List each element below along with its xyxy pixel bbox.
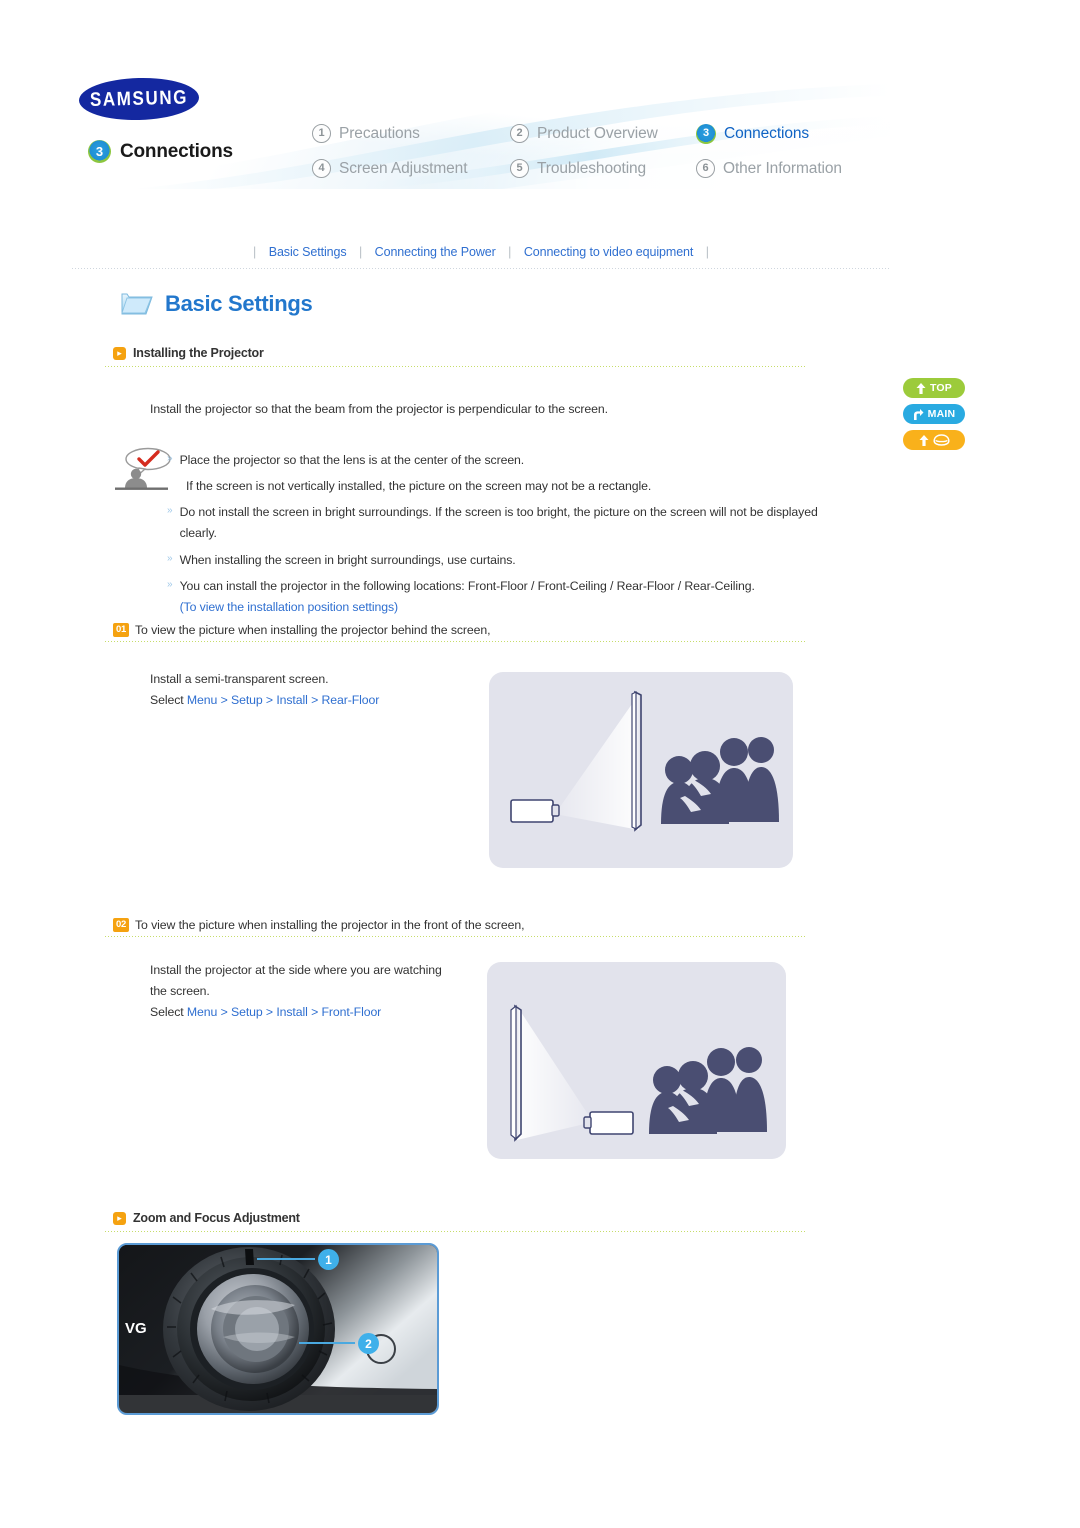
chapter-label-1: Precautions	[339, 124, 420, 142]
projector-lens-photo: VG 1 2	[117, 1243, 439, 1415]
chapter-menu: 1 Precautions 2 Product Overview 3 Conne…	[312, 116, 877, 186]
chapter-number-3: 3	[696, 123, 716, 144]
page-title-text: Basic Settings	[165, 290, 313, 316]
illustration-rear-floor	[489, 672, 793, 868]
nav-separator-1: |	[358, 245, 363, 259]
note-item: » When installing the screen in bright s…	[167, 550, 847, 571]
chapter-item-troubleshooting[interactable]: 5 Troubleshooting	[510, 159, 696, 178]
nav-link-connecting-the-power[interactable]: Connecting the Power	[375, 245, 496, 259]
note-item-text: Place the projector so that the lens is …	[179, 453, 525, 467]
current-chapter-number: 3	[88, 140, 111, 163]
chapter-label-6: Other Information	[723, 159, 842, 177]
top-button[interactable]: TOP	[903, 378, 965, 398]
chapter-number-4: 4	[312, 159, 331, 178]
main-button-label: MAIN	[927, 408, 956, 420]
chapter-item-screen-adjustment[interactable]: 4 Screen Adjustment	[312, 159, 510, 178]
installation-position-settings-link[interactable]: (To view the installation position setti…	[180, 600, 399, 614]
step-01-divider	[105, 641, 805, 642]
step-02-select-prefix: Select	[150, 1005, 187, 1019]
current-chapter-label: Connections	[120, 140, 233, 162]
nav-link-connecting-to-video-equipment[interactable]: Connecting to video equipment	[524, 245, 694, 259]
chapter-item-product-overview[interactable]: 2 Product Overview	[510, 124, 696, 143]
step-number-badge: 01	[113, 623, 129, 637]
step-01-menu-path: Menu > Setup > Install > Rear-Floor	[186, 693, 380, 707]
step-02-line1: Install the projector at the side where …	[150, 963, 442, 977]
step-02-divider	[105, 936, 805, 937]
subsection-divider-installing	[105, 366, 805, 367]
step-01-header: 01 To view the picture when installing t…	[113, 623, 491, 637]
subsection-divider-zoom-focus	[105, 1231, 805, 1232]
double-chevron-icon: »	[167, 505, 172, 517]
note-item: » Place the projector so that the lens i…	[167, 450, 847, 471]
nav-separator-2: |	[508, 245, 512, 259]
chevron-right-icon: ▸	[113, 346, 126, 360]
chapter-item-connections[interactable]: 3 Connections	[696, 123, 877, 144]
subsection-heading-zoom-focus: Zoom and Focus Adjustment	[133, 1211, 300, 1225]
nav-divider-rule	[72, 268, 890, 269]
double-chevron-icon: »	[167, 453, 172, 464]
chapter-label-3: Connections	[724, 124, 810, 142]
home-icon	[932, 434, 950, 446]
illustration-front-floor	[487, 962, 786, 1159]
installing-note-list: » Place the projector so that the lens i…	[167, 450, 847, 623]
branch-arrow-icon	[913, 408, 924, 420]
note-item-text: When installing the screen in bright sur…	[179, 552, 516, 567]
chapter-label-4: Screen Adjustment	[339, 159, 468, 177]
note-item: If the screen is not vertically installe…	[167, 476, 847, 497]
step-01-select-prefix: Select	[150, 693, 187, 707]
step-01-select-line: Select Menu > Setup > Install > Rear-Flo…	[150, 690, 510, 710]
chapter-number-5: 5	[510, 159, 529, 178]
home-button[interactable]	[903, 430, 965, 450]
chapter-number-6: 6	[696, 159, 715, 178]
samsung-logo-text: SAMSUNG	[89, 86, 189, 111]
note-item-text: You can install the projector in the fol…	[179, 578, 755, 593]
subsection-heading-installing: Installing the Projector	[133, 346, 264, 360]
up-arrow-icon	[919, 434, 928, 446]
nav-separator-0: |	[253, 245, 257, 259]
page-header-banner: SAMSUNG 3 Connections 1 Precautions 2 Pr…	[72, 66, 890, 189]
subsection-zoom-and-focus: ▸ Zoom and Focus Adjustment	[113, 1211, 300, 1225]
chapter-item-other-information[interactable]: 6 Other Information	[696, 159, 877, 178]
side-navigation-buttons: TOP MAIN	[903, 378, 965, 456]
note-item: » Do not install the screen in bright su…	[167, 502, 847, 544]
step-01-line1: Install a semi-transparent screen.	[150, 672, 329, 686]
top-button-label: TOP	[930, 382, 952, 394]
chapter-item-precautions[interactable]: 1 Precautions	[312, 124, 510, 143]
chapter-label-5: Troubleshooting	[537, 159, 647, 177]
double-chevron-icon: »	[167, 552, 172, 564]
up-arrow-icon	[916, 382, 926, 394]
step-02-header: 02 To view the picture when installing t…	[113, 918, 525, 932]
step-02-select-line: Select Menu > Setup > Install > Front-Fl…	[150, 1002, 520, 1022]
callout-badge-1: 1	[318, 1249, 339, 1270]
folder-icon	[120, 290, 154, 317]
chapter-number-2: 2	[510, 124, 529, 143]
note-item-text: If the screen is not vertically installe…	[186, 479, 652, 494]
nav-separator-3: |	[705, 245, 709, 259]
chapter-label-2: Product Overview	[537, 124, 658, 142]
double-chevron-icon: »	[167, 578, 172, 590]
main-button[interactable]: MAIN	[903, 404, 965, 424]
step-01-label: To view the picture when installing the …	[134, 623, 491, 637]
chevron-right-icon: ▸	[113, 1211, 126, 1225]
page-title: Basic Settings	[120, 290, 313, 317]
subsection-installing-the-projector: ▸ Installing the Projector	[113, 346, 264, 360]
section-nav-links: | Basic Settings | Connecting the Power …	[72, 243, 890, 261]
svg-text:VG: VG	[125, 1320, 147, 1337]
step-02-line2: the screen.	[150, 984, 210, 998]
callout-badge-2: 2	[358, 1333, 379, 1354]
step-02-label: To view the picture when installing the …	[134, 918, 525, 932]
chapter-number-1: 1	[312, 124, 331, 143]
step-number-badge: 02	[113, 918, 129, 932]
installing-intro-text: Install the projector so that the beam f…	[150, 402, 608, 416]
note-item-text: Do not install the screen in bright surr…	[179, 505, 818, 541]
nav-link-basic-settings[interactable]: Basic Settings	[269, 245, 347, 259]
step-02-menu-path: Menu > Setup > Install > Front-Floor	[186, 1005, 382, 1019]
current-chapter-indicator: 3 Connections	[88, 140, 233, 163]
note-item: » You can install the projector in the f…	[167, 576, 847, 618]
